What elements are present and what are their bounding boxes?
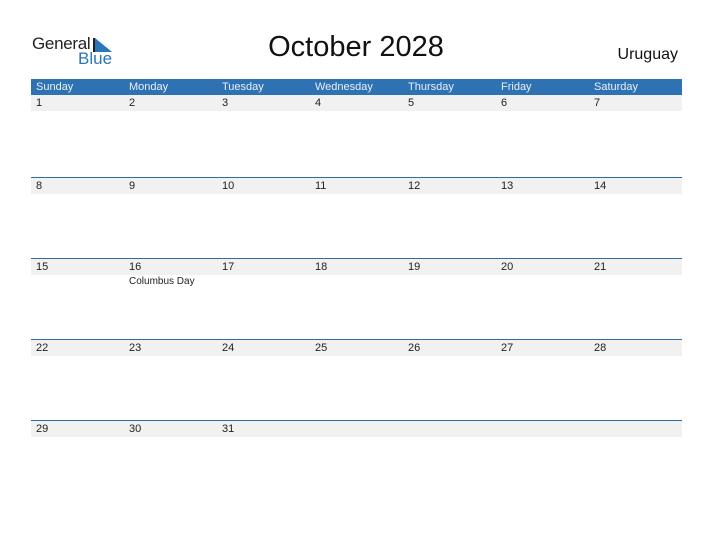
day-number: 2 — [129, 97, 136, 109]
date-strip: 1 2 3 4 5 6 7 — [31, 95, 682, 111]
week-row: 22 23 24 25 26 27 28 — [31, 339, 682, 420]
weekday-sunday: Sunday — [36, 81, 74, 93]
week-row: 29 30 31 — [31, 420, 682, 501]
event-slot — [496, 275, 589, 289]
day-number: 6 — [501, 97, 508, 109]
weekday-monday: Monday — [129, 81, 169, 93]
day-number: 30 — [129, 423, 142, 435]
day-number: 8 — [36, 180, 43, 192]
day-number: 24 — [222, 342, 235, 354]
day-number: 5 — [408, 97, 415, 109]
day-number: 15 — [36, 261, 49, 273]
day-number: 20 — [501, 261, 514, 273]
day-number — [310, 421, 403, 437]
day-number: 25 — [315, 342, 328, 354]
day-number: 11 — [315, 180, 327, 192]
weekday-wednesday: Wednesday — [315, 81, 373, 93]
day-number: 21 — [594, 261, 607, 273]
country-label: Uruguay — [617, 46, 678, 63]
calendar-grid: Sunday Monday Tuesday Wednesday Thursday Frid… — [31, 79, 682, 501]
day-number: 9 — [129, 180, 136, 192]
day-number: 4 — [315, 97, 322, 109]
day-number: 28 — [594, 342, 607, 354]
event-slot — [310, 275, 403, 289]
event-slot — [31, 275, 124, 289]
weeks-container: 1 2 3 4 5 6 7 8 9 10 11 12 13 14 15 16 17 18 19 20 21 Columbu… — [31, 95, 682, 501]
date-strip: 29 30 31 — [31, 421, 682, 437]
day-number: 31 — [222, 423, 235, 435]
day-number — [496, 421, 589, 437]
day-number: 19 — [408, 261, 421, 273]
date-strip: 15 16 17 18 19 20 21 — [31, 259, 682, 275]
date-strip: 8 9 10 11 12 13 14 — [31, 178, 682, 194]
day-number: 10 — [222, 180, 235, 192]
day-number: 14 — [594, 180, 607, 192]
calendar-title: October 2028 — [268, 31, 444, 63]
day-number — [589, 421, 682, 437]
day-number — [403, 421, 496, 437]
day-number: 27 — [501, 342, 514, 354]
day-number: 3 — [222, 97, 229, 109]
holiday-label: Columbus Day — [129, 276, 195, 287]
day-number: 1 — [36, 97, 43, 109]
day-number: 16 — [129, 261, 142, 273]
event-slot — [403, 275, 496, 289]
week-row: 15 16 17 18 19 20 21 Columbus Day — [31, 258, 682, 339]
event-slot — [217, 275, 310, 289]
day-number: 13 — [501, 180, 514, 192]
day-number: 17 — [222, 261, 235, 273]
weekday-thursday: Thursday — [408, 81, 454, 93]
weekday-header: Sunday Monday Tuesday Wednesday Thursday Frid… — [31, 79, 682, 95]
day-number: 18 — [315, 261, 328, 273]
week-row: 1 2 3 4 5 6 7 — [31, 95, 682, 177]
weekday-friday: Friday — [501, 81, 532, 93]
event-slot — [589, 275, 682, 289]
day-number: 7 — [594, 97, 601, 109]
weekday-tuesday: Tuesday — [222, 81, 264, 93]
date-strip: 22 23 24 25 26 27 28 — [31, 340, 682, 356]
events-strip: Columbus Day — [31, 275, 682, 289]
day-number: 29 — [36, 423, 49, 435]
day-number: 22 — [36, 342, 49, 354]
day-number: 12 — [408, 180, 421, 192]
day-number: 26 — [408, 342, 421, 354]
weekday-saturday: Saturday — [594, 81, 639, 93]
week-row: 8 9 10 11 12 13 14 — [31, 177, 682, 258]
day-number: 23 — [129, 342, 142, 354]
